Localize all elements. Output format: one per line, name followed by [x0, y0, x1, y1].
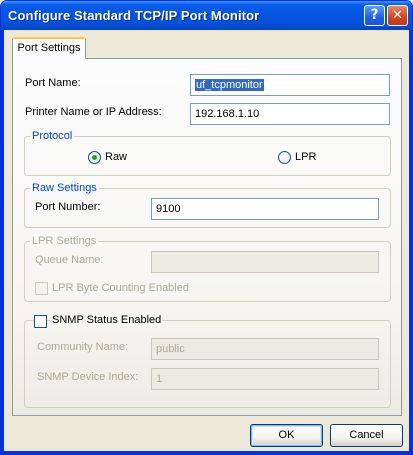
- raw-radio[interactable]: [88, 151, 101, 164]
- tab-port-settings[interactable]: Port Settings: [12, 37, 86, 59]
- community-name-label: Community Name:: [37, 341, 129, 353]
- printer-address-label: Printer Name or IP Address:: [25, 106, 162, 118]
- queue-name-label: Queue Name:: [35, 254, 104, 266]
- window-title: Configure Standard TCP/IP Port Monitor: [8, 8, 260, 23]
- raw-settings-title: Raw Settings: [30, 181, 99, 195]
- snmp-device-index-input[interactable]: 1: [151, 368, 379, 390]
- lpr-radio-label[interactable]: LPR: [295, 151, 316, 163]
- cancel-button[interactable]: Cancel: [330, 424, 403, 447]
- raw-radio-dot: [92, 155, 97, 160]
- community-name-input[interactable]: public: [151, 338, 379, 360]
- protocol-group: Protocol Raw LPR: [24, 129, 391, 176]
- dialog-window: Configure Standard TCP/IP Port Monitor ?…: [0, 0, 413, 455]
- port-number-label: Port Number:: [35, 201, 101, 213]
- close-icon[interactable]: ✕: [387, 5, 408, 26]
- window-frame-right: [409, 30, 412, 454]
- snmp-enabled-label[interactable]: SNMP Status Enabled: [50, 314, 164, 326]
- port-name-value: uf_tcpmonitor: [195, 79, 264, 91]
- queue-name-input[interactable]: [151, 251, 379, 273]
- help-icon[interactable]: ?: [364, 5, 385, 26]
- lpr-byte-counting-checkbox[interactable]: [35, 282, 48, 295]
- raw-radio-label[interactable]: Raw: [105, 151, 127, 163]
- window-frame-left: [1, 30, 4, 454]
- raw-settings-group: Raw Settings Port Number: 9100: [24, 181, 391, 228]
- port-name-label: Port Name:: [25, 77, 81, 89]
- snmp-device-index-label: SNMP Device Index:: [37, 371, 139, 383]
- port-number-input[interactable]: 9100: [151, 198, 379, 220]
- snmp-enabled-checkbox[interactable]: [34, 315, 47, 328]
- lpr-byte-counting-label: LPR Byte Counting Enabled: [52, 282, 189, 294]
- lpr-settings-group: LPR Settings Queue Name: LPR Byte Counti…: [24, 234, 391, 302]
- snmp-group: SNMP Status Enabled Community Name: publ…: [24, 314, 391, 408]
- window-frame-bottom: [1, 451, 412, 454]
- title-bar[interactable]: Configure Standard TCP/IP Port Monitor ?…: [1, 1, 412, 30]
- lpr-settings-title: LPR Settings: [30, 234, 99, 248]
- ok-button[interactable]: OK: [250, 424, 323, 447]
- port-name-input[interactable]: uf_tcpmonitor: [190, 74, 390, 96]
- lpr-radio[interactable]: [278, 151, 291, 164]
- printer-address-input[interactable]: 192.168.1.10: [190, 103, 390, 125]
- protocol-group-title: Protocol: [30, 129, 75, 143]
- port-settings-panel: Port Name: uf_tcpmonitor Printer Name or…: [12, 58, 402, 416]
